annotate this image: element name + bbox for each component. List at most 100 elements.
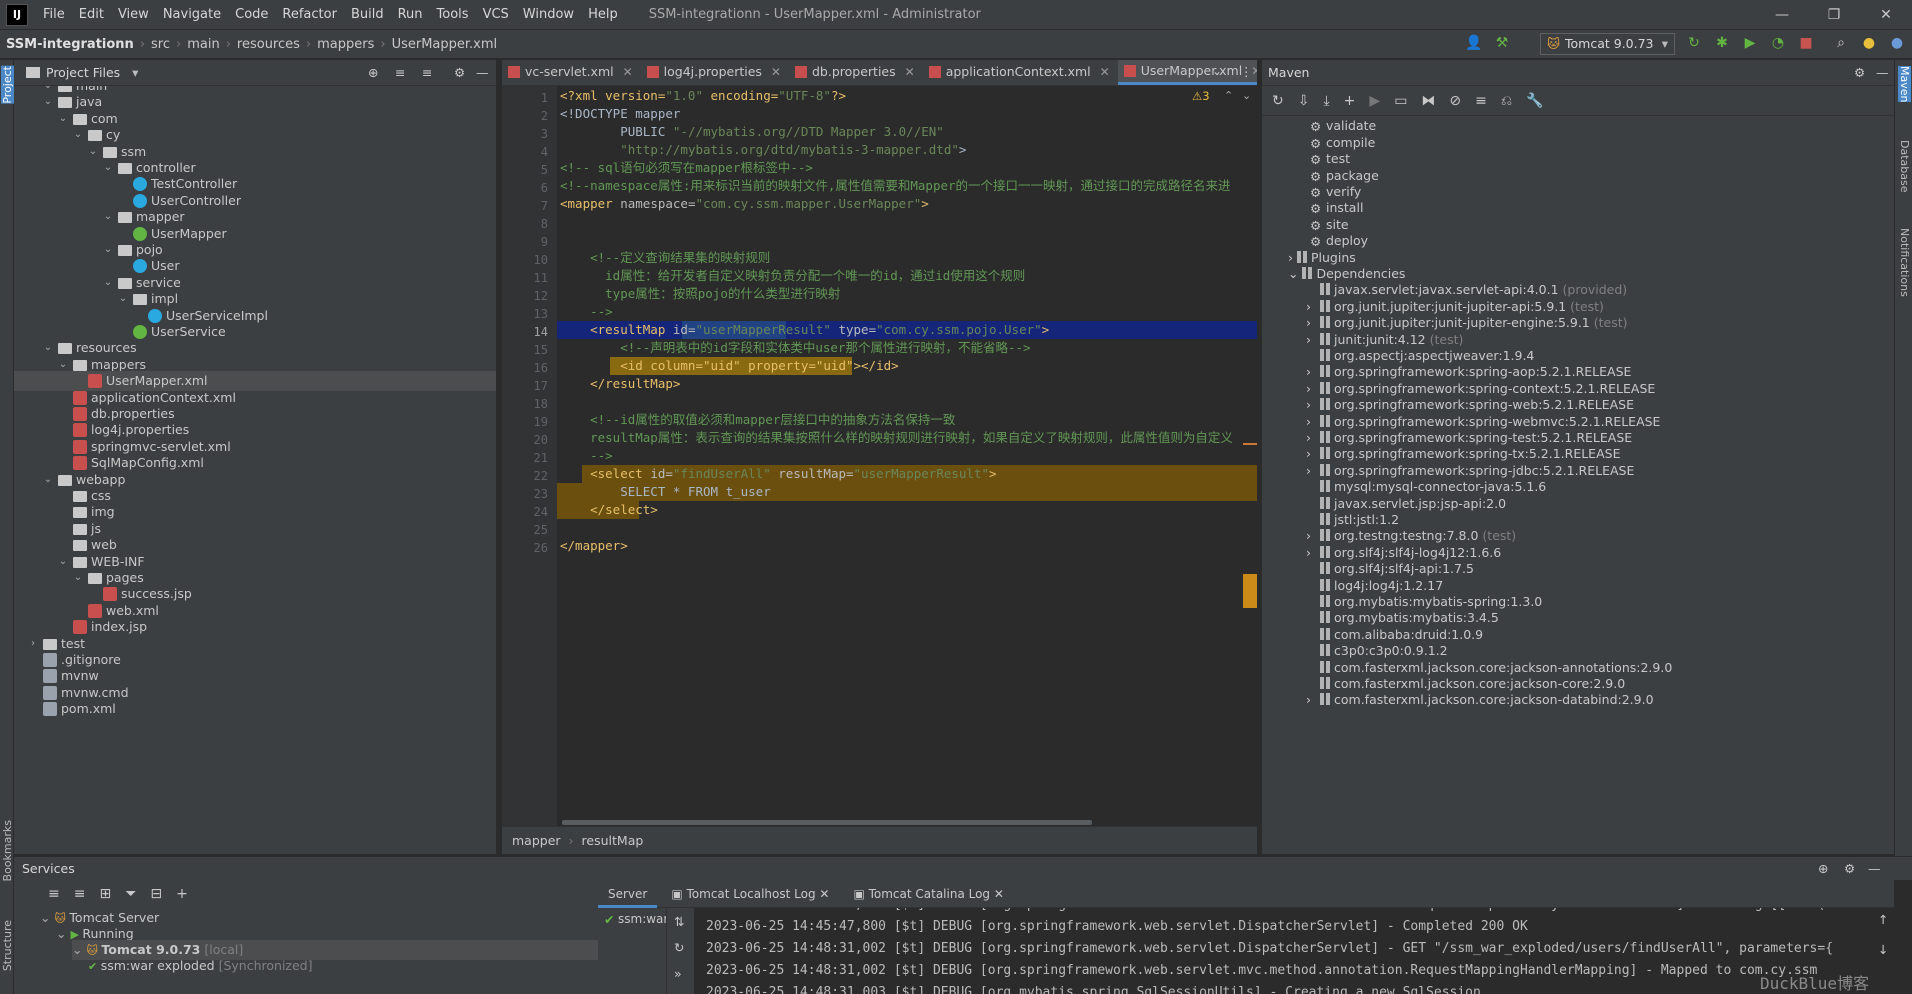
analyze-icon[interactable]: ⎌ [1501,93,1512,109]
project-tool-tab[interactable]: Project [1,66,14,104]
collapse-all-icon[interactable]: ≡ [422,65,432,80]
collapse-icon[interactable]: ≡ [1475,93,1487,109]
editor-tab[interactable]: UserMapper.xml✕ [1117,60,1257,85]
project-view-select[interactable]: Project Files [46,65,120,80]
user-icon[interactable]: 👤 [1465,34,1483,52]
chevron-down-icon[interactable]: ⌄ [72,942,86,957]
toggle-offline-icon[interactable]: ⧓ [1421,93,1435,109]
generate-sources-icon[interactable]: ⇩ [1298,93,1310,109]
add-icon[interactable]: ⊕ [1818,861,1828,876]
menu-vcs[interactable]: VCS [476,7,516,22]
breadcrumb-src[interactable]: src [145,37,176,52]
maven-tool-tab[interactable]: Maven [1898,66,1911,103]
breadcrumb-mappers[interactable]: mappers [311,37,380,52]
menu-navigate[interactable]: Navigate [156,7,228,22]
menu-code[interactable]: Code [228,7,275,22]
breadcrumb-resultmap[interactable]: resultMap [582,833,644,848]
chevron-up-icon[interactable]: ⌃ [1224,89,1233,102]
add-icon[interactable]: + [1344,93,1356,109]
editor-tab[interactable]: vc-servlet.xml ✕ [502,60,641,85]
updates-icon[interactable]: ● [1860,34,1878,52]
chevron-down-icon[interactable]: ⌄ [1212,64,1222,78]
tree-item[interactable]: pom.xml [14,699,496,719]
chevron-down-icon[interactable]: ⌄ [56,926,70,941]
hide-panel-icon[interactable]: — [1876,65,1889,80]
arrow-down-icon[interactable]: ↓ [1878,942,1888,957]
run-icon[interactable]: ▶ [1369,93,1380,109]
arrow-up-icon[interactable]: ↑ [1878,912,1888,927]
close-icon[interactable]: ✕ [1100,60,1110,85]
download-icon[interactable]: ⤓ [1323,93,1329,109]
open-new-tab-icon[interactable]: ⊟ [150,886,162,902]
more-icon[interactable]: » [674,966,682,981]
run-configuration-select[interactable]: 🐱 Tomcat 9.0.73 ▾ [1540,33,1675,55]
stop-icon[interactable]: ■ [1797,34,1815,52]
structure-tool-tab[interactable]: Structure [1,920,14,971]
chevron-down-icon[interactable]: ▾ [132,65,138,80]
deployment-item[interactable]: ssm:war [618,912,668,926]
deploy-icon[interactable]: ⇅ [674,914,684,929]
breadcrumb-file[interactable]: UserMapper.xml [386,37,504,52]
log-tab[interactable]: ▣ Tomcat Localhost Log ✕ [661,880,839,908]
breadcrumb-project[interactable]: SSM-integrationn [0,37,140,52]
build-hammer-icon[interactable]: ⚒ [1493,34,1511,52]
skip-tests-icon[interactable]: ⊘ [1449,93,1461,109]
debug-icon[interactable]: ✱ [1713,34,1731,52]
close-icon[interactable]: ✕ [771,60,781,85]
add-service-icon[interactable]: + [176,886,188,902]
gear-icon[interactable]: ⚙ [454,65,465,80]
menu-build[interactable]: Build [344,7,391,22]
menu-refactor[interactable]: Refactor [275,7,344,22]
maven-dependency[interactable]: › com.fasterxml.jackson.core:jackson-data… [1306,690,1654,710]
close-icon[interactable]: ✕ [990,887,1004,901]
gear-icon[interactable]: ⚙ [1844,861,1855,876]
menu-help[interactable]: Help [581,7,625,22]
more-icon[interactable]: ⋮ [1240,64,1253,79]
menu-file[interactable]: File [36,7,72,22]
warnings-indicator[interactable]: ⚠3 [1192,89,1210,103]
log-console[interactable]: 2023-06-25 14:45:47,800 [$t] DEBUG [org.… [694,908,1874,994]
execute-goal-icon[interactable]: ▭ [1394,93,1407,109]
menu-run[interactable]: Run [391,7,430,22]
editor-tab[interactable]: db.properties ✕ [789,60,923,85]
chevron-down-icon[interactable]: ⌄ [1242,89,1251,102]
menu-tools[interactable]: Tools [430,7,476,22]
locate-icon[interactable]: ⊕ [368,65,378,80]
notifications-tool-tab[interactable]: Notifications [1898,228,1911,297]
close-icon[interactable]: ✕ [816,887,829,901]
breadcrumb-resources[interactable]: resources [231,37,306,52]
search-icon[interactable]: ⌕ [1832,34,1850,52]
database-tool-tab[interactable]: Database [1898,140,1911,193]
service-node[interactable]: ✔ ssm:war exploded [Synchronized] [88,956,313,976]
close-window-button[interactable]: ✕ [1860,0,1912,30]
reload-icon[interactable]: ↻ [1272,93,1284,109]
redeploy-icon[interactable]: ↻ [674,940,684,955]
expand-all-icon[interactable]: ≡ [48,886,60,902]
filter-icon[interactable]: ⏷ [125,886,136,902]
profile-icon[interactable]: ◔ [1769,34,1787,52]
maximize-button[interactable]: ❐ [1808,0,1860,30]
log-tab[interactable]: ▣ Tomcat Catalina Log ✕ [843,880,1014,908]
chevron-down-icon[interactable]: ⌄ [1288,266,1302,281]
group-icon[interactable]: ⊞ [99,886,111,902]
menu-view[interactable]: View [111,7,156,22]
log-tab[interactable]: Server [598,880,658,908]
rerun-icon[interactable]: ↻ [1685,34,1703,52]
chevron-right-icon[interactable]: › [1306,690,1320,710]
collapse-all-icon[interactable]: ≡ [74,886,86,902]
editor-hscrollbar[interactable] [562,820,1092,825]
bookmarks-tool-tab[interactable]: Bookmarks [1,820,14,881]
code-editor[interactable]: 1 2 3 4 5 6 7 8 9 10 11 12 13 14 15 16 17 18 19 20 21 22 23 24 2… [502,86,1257,826]
menu-edit[interactable]: Edit [72,7,111,22]
menu-window[interactable]: Window [516,7,581,22]
wrench-icon[interactable]: 🔧 [1526,93,1543,109]
coverage-icon[interactable]: ▶ [1741,34,1759,52]
hide-panel-icon[interactable]: — [1868,861,1881,876]
editor-tab[interactable]: applicationContext.xml ✕ [923,60,1118,85]
breadcrumb-mapper[interactable]: mapper [512,833,561,848]
close-icon[interactable]: ✕ [623,60,633,85]
gear-icon[interactable]: ⚙ [1854,65,1865,80]
chevron-right-icon[interactable]: › [1288,250,1297,265]
hide-panel-icon[interactable]: — [476,65,489,80]
close-icon[interactable]: ✕ [905,60,915,85]
